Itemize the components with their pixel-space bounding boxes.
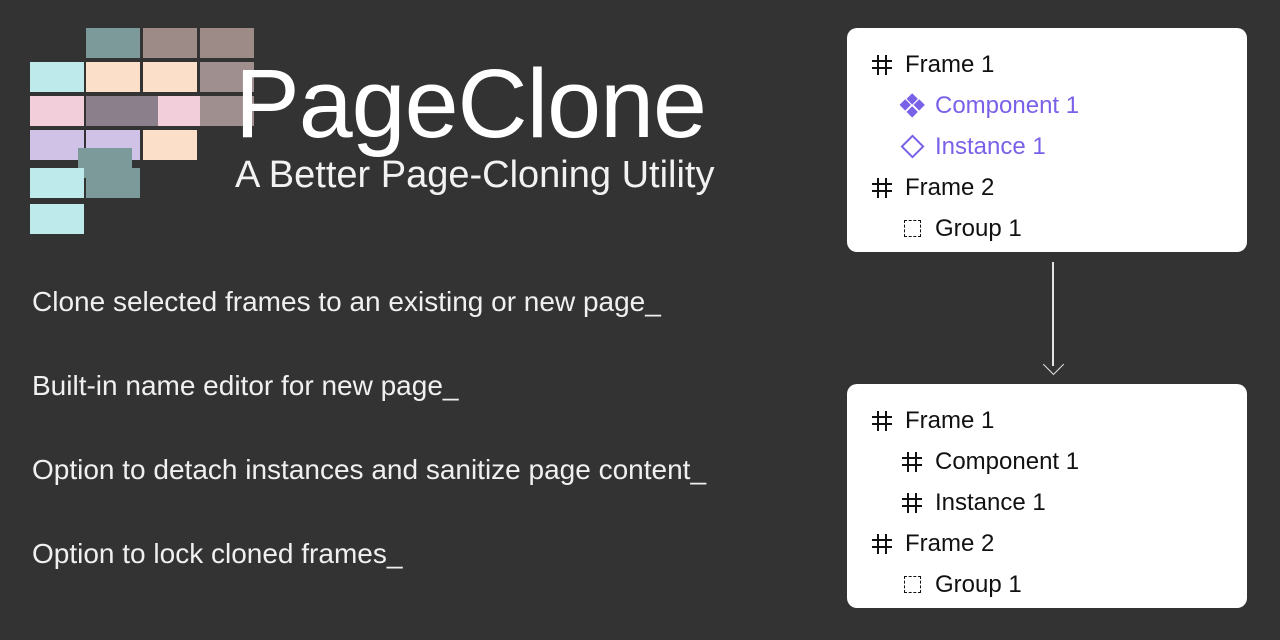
left-column: PageClone A Better Page-Cloning Utility … — [0, 0, 820, 640]
layer-row[interactable]: Frame 2 — [847, 523, 1247, 564]
downward-arrow-icon — [1042, 262, 1064, 376]
layer-row[interactable]: Instance 1 — [847, 126, 1247, 167]
frame-icon — [869, 408, 895, 434]
layer-row[interactable]: Frame 1 — [847, 44, 1247, 85]
logo-cell — [143, 130, 197, 160]
logo-cell — [30, 168, 84, 198]
layer-label: Component 1 — [935, 447, 1080, 475]
layer-label: Frame 2 — [905, 173, 995, 201]
layer-row[interactable]: Group 1 — [847, 208, 1247, 249]
feature-item: Built-in name editor for new page_ — [32, 370, 459, 401]
app-title: PageClone — [235, 49, 707, 158]
layer-tree-after-panel: Frame 1 Component 1 Instance 1 Frame 2 Group… — [847, 384, 1247, 608]
app-tagline: A Better Page-Cloning Utility — [235, 154, 715, 196]
layer-row[interactable]: Frame 2 — [847, 167, 1247, 208]
frame-icon — [899, 490, 925, 516]
instance-icon — [899, 134, 925, 160]
layer-label: Group 1 — [935, 214, 1022, 242]
arrow-shaft — [1052, 262, 1054, 366]
layer-label: Instance 1 — [935, 132, 1046, 160]
layer-label: Group 1 — [935, 570, 1022, 598]
logo-cell — [143, 62, 197, 92]
feature-item: Option to detach instances and sanitize … — [32, 454, 707, 485]
feature-list: Clone selected frames to an existing or … — [32, 288, 812, 568]
layer-row[interactable]: Component 1 — [847, 441, 1247, 482]
layer-row[interactable]: Instance 1 — [847, 482, 1247, 523]
arrow-head — [1042, 353, 1064, 376]
frame-icon — [899, 449, 925, 475]
logo-cell — [86, 62, 140, 92]
logo-cell — [30, 62, 84, 92]
feature-item: Clone selected frames to an existing or … — [32, 286, 661, 317]
logo-cell — [30, 204, 84, 234]
layer-label: Frame 2 — [905, 529, 995, 557]
layer-row[interactable]: Group 1 — [847, 564, 1247, 605]
logo-cell — [143, 28, 197, 58]
frame-icon — [869, 531, 895, 557]
logo-cell — [30, 96, 84, 126]
layer-row[interactable]: Frame 1 — [847, 400, 1247, 441]
layer-label: Frame 1 — [905, 50, 995, 78]
right-column: Frame 1 Component 1 Instance 1 Frame 2 Group… — [820, 0, 1280, 640]
logo-cell — [86, 168, 140, 198]
group-icon — [899, 216, 925, 242]
layer-label: Instance 1 — [935, 488, 1046, 516]
group-icon — [899, 572, 925, 598]
layer-label: Frame 1 — [905, 406, 995, 434]
layer-row[interactable]: Component 1 — [847, 85, 1247, 126]
feature-item: Option to lock cloned frames_ — [32, 538, 403, 569]
component-icon — [899, 92, 925, 119]
frame-icon — [869, 175, 895, 201]
pageclone-logo-mark — [30, 28, 254, 236]
logo-cell — [86, 28, 140, 58]
brand-block: PageClone A Better Page-Cloning Utility — [235, 55, 795, 194]
logo-cell — [30, 130, 84, 160]
layer-tree-before-panel: Frame 1 Component 1 Instance 1 Frame 2 Group… — [847, 28, 1247, 252]
layer-label: Component 1 — [935, 91, 1080, 119]
frame-icon — [869, 52, 895, 78]
